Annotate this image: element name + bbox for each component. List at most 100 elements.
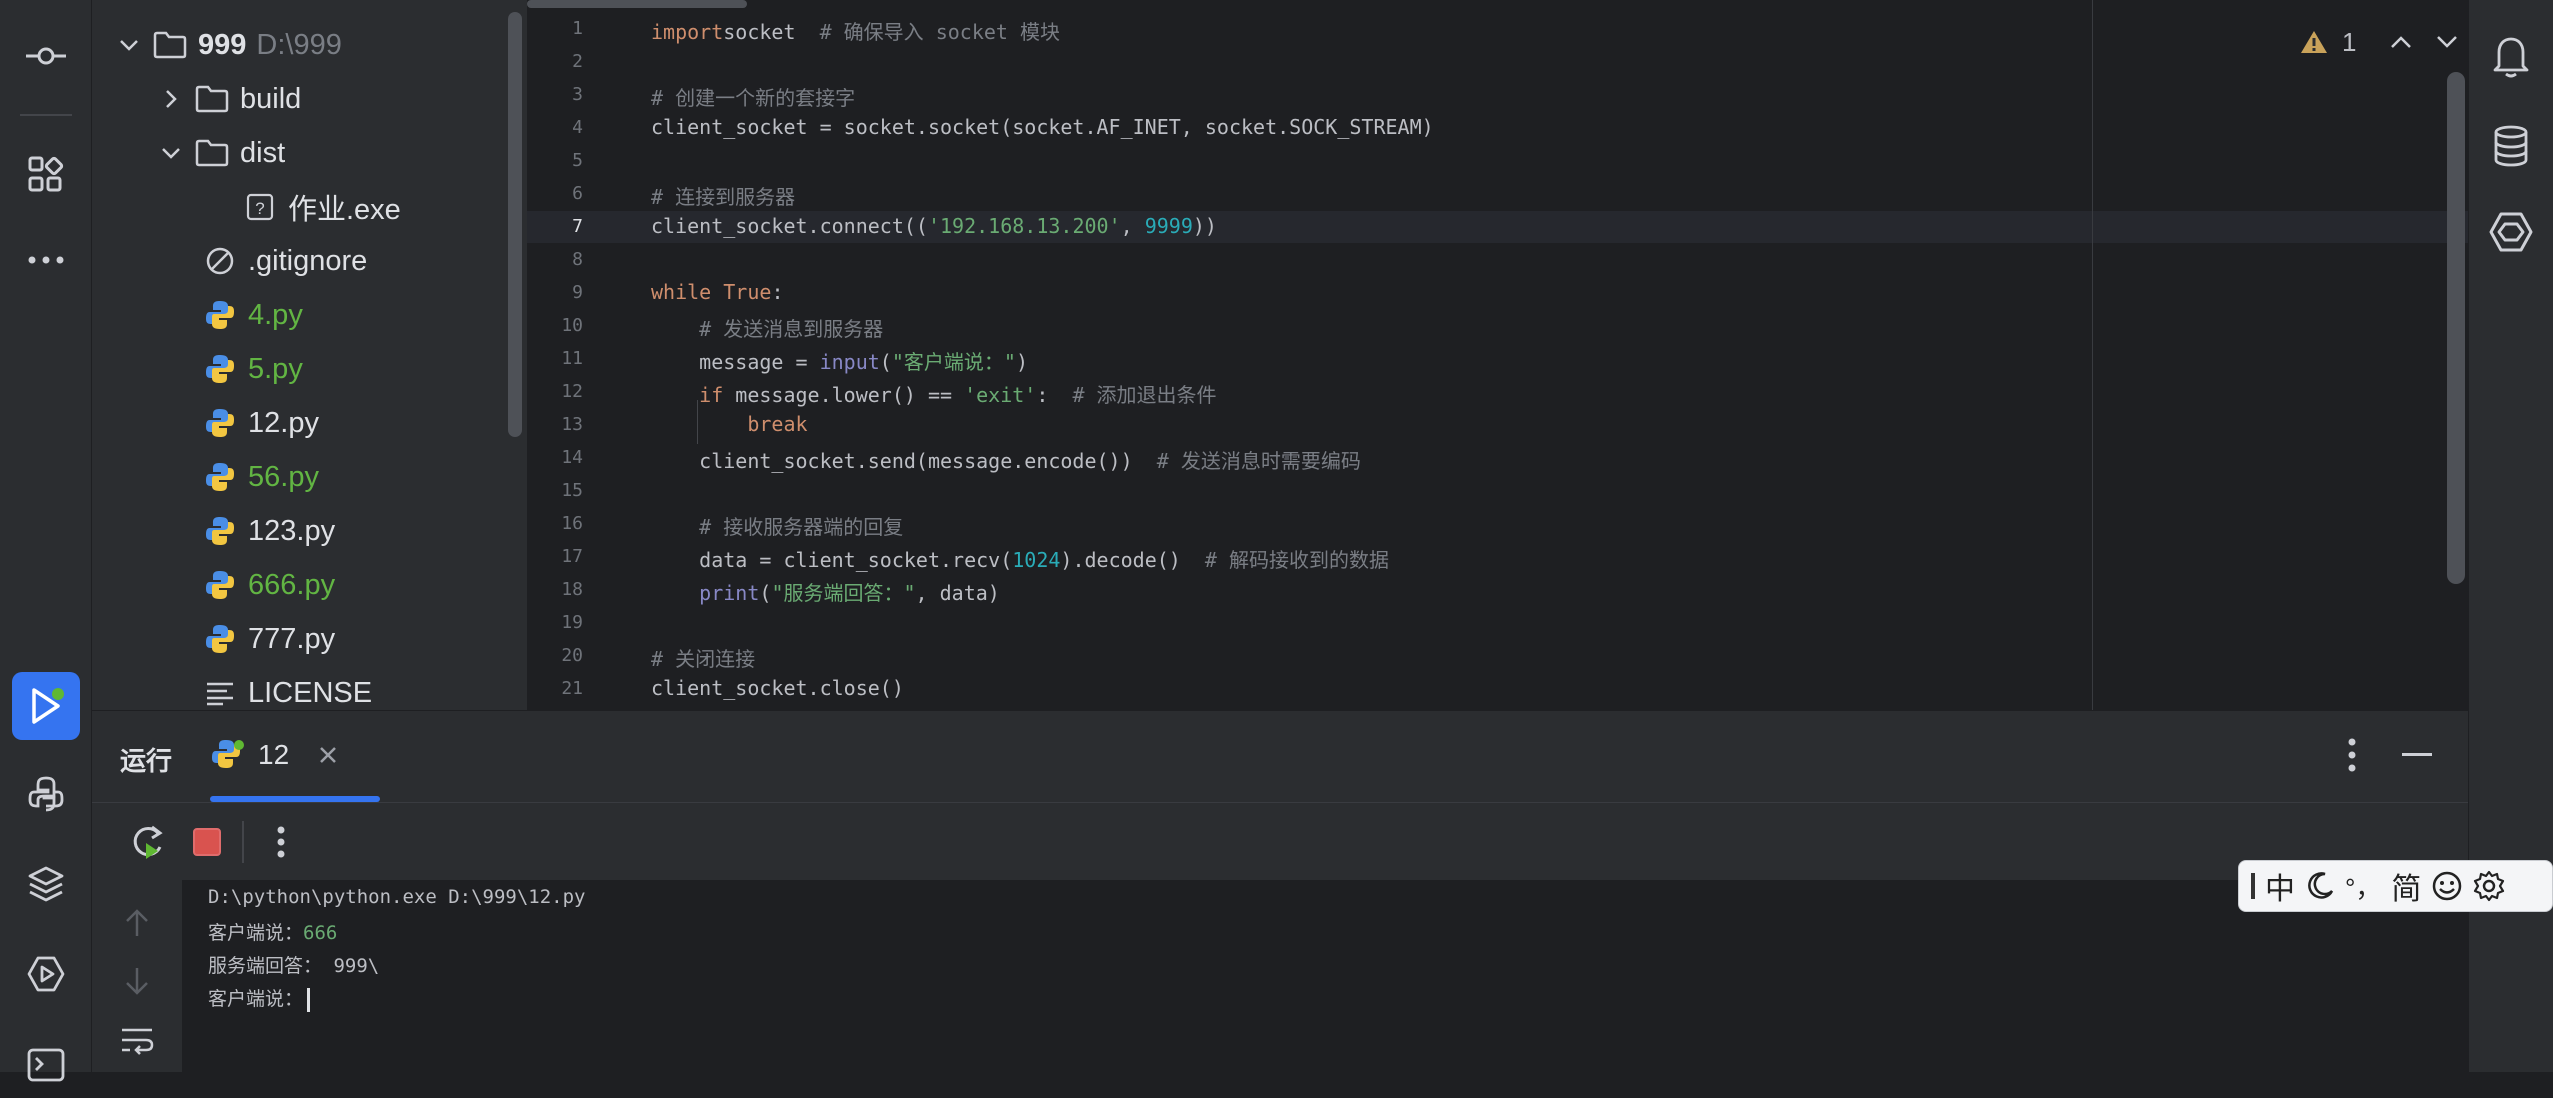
run-window-title: 运行 <box>120 746 173 776</box>
stop-icon[interactable] <box>192 827 222 857</box>
notifications-icon[interactable] <box>2477 22 2545 90</box>
svg-text:?: ? <box>255 199 264 218</box>
rerun-icon[interactable] <box>128 823 166 861</box>
code-line[interactable]: # 创建一个新的套接字 <box>651 82 855 111</box>
database-icon[interactable] <box>2477 112 2545 180</box>
tree-item-folder[interactable]: build <box>154 72 301 126</box>
ime-toolbar[interactable]: 中 °， 简 <box>2238 860 2553 912</box>
code-token: "服务端回答：" <box>771 581 916 605</box>
line-number: 15 <box>561 480 583 501</box>
tree-item-file[interactable]: .gitignore <box>202 234 367 288</box>
warning-count: 1 <box>2342 26 2357 57</box>
code-line[interactable]: # 关闭连接 <box>651 643 755 672</box>
console-prompt: 客户端说： <box>208 988 304 1010</box>
layers-icon[interactable] <box>12 850 80 918</box>
chevron-down-icon[interactable] <box>112 39 146 51</box>
tree-item-file[interactable]: ? 作业.exe <box>242 180 401 234</box>
chevron-down-icon[interactable] <box>154 147 188 159</box>
code-line[interactable]: data = client_socket.recv(1024).decode()… <box>651 544 1389 573</box>
minimize-icon[interactable] <box>2402 753 2432 757</box>
inspection-widget[interactable]: 1 <box>2300 22 2458 62</box>
ime-mode-toggle[interactable]: 中 <box>2265 864 2295 908</box>
code-line[interactable]: # 接收服务器端的回复 <box>651 511 903 540</box>
code-token: # 发送消息时需要编码 <box>1156 449 1361 473</box>
code-line[interactable]: break <box>651 412 807 436</box>
code-line[interactable]: # 发送消息到服务器 <box>651 313 883 342</box>
code-editor[interactable]: 1 2 3 4 5 6 7 8 9 10 11 12 13 14 15 16 17 18 19 20 21 import… <box>527 0 2468 710</box>
python-run-config-icon <box>210 738 246 772</box>
code-line[interactable]: client_socket.close() <box>651 676 904 700</box>
python-file-icon <box>202 351 238 387</box>
code-token: ).decode() <box>1060 548 1205 572</box>
moon-icon[interactable] <box>2305 871 2335 901</box>
tree-item-file[interactable]: 12.py <box>202 396 319 450</box>
close-icon[interactable] <box>319 746 337 764</box>
code-line[interactable]: importsocket # 确保导入 socket 模块 <box>651 16 1060 45</box>
tree-item-file[interactable]: 123.py <box>202 504 335 558</box>
run-tab[interactable]: 12 <box>210 733 337 777</box>
code-line[interactable]: message = input("客户端说：") <box>651 346 1028 375</box>
tree-item-folder[interactable]: dist <box>154 126 285 180</box>
console-user-input: 666 <box>303 922 338 944</box>
ai-assistant-icon[interactable] <box>2477 198 2545 266</box>
more-icon[interactable] <box>12 226 80 294</box>
tree-item-file[interactable]: 5.py <box>202 342 303 396</box>
code-line[interactable]: client_socket.connect(('192.168.13.200',… <box>651 214 1217 238</box>
tree-item-root-folder[interactable]: 999 D:\999 <box>112 18 342 72</box>
left-tool-strip <box>0 0 92 1082</box>
arrow-down-icon[interactable] <box>124 966 150 996</box>
terminal-icon[interactable] <box>12 1030 80 1098</box>
code-line[interactable]: if message.lower() == 'exit': # 添加退出条件 <box>651 379 1217 408</box>
python-console-icon[interactable] <box>12 760 80 828</box>
code-token: input <box>819 350 880 374</box>
line-number: 9 <box>572 282 583 303</box>
code-line[interactable]: while True: <box>651 280 783 304</box>
tree-item-file[interactable]: 777.py <box>202 612 335 666</box>
folder-icon <box>152 27 188 63</box>
arrow-up-icon[interactable] <box>124 908 150 938</box>
project-tree-panel: 999 D:\999 build dist ? 作业.exe .gitignor… <box>92 0 527 710</box>
code-line[interactable]: print("服务端回答：", data) <box>651 577 1000 606</box>
gear-icon[interactable] <box>2473 870 2505 902</box>
soft-wrap-icon[interactable] <box>120 1026 154 1056</box>
code-line[interactable]: client_socket.send(message.encode()) # 发… <box>651 445 1361 474</box>
tree-item-file[interactable]: 666.py <box>202 558 335 612</box>
line-number-gutter: 1 2 3 4 5 6 7 8 9 10 11 12 13 14 15 16 17 18 19 20 21 <box>527 0 637 710</box>
editor-horizontal-scrollbar[interactable] <box>527 0 747 8</box>
run-icon[interactable] <box>12 672 80 740</box>
line-number: 12 <box>561 381 583 402</box>
ime-drag-handle[interactable] <box>2251 873 2255 899</box>
project-scrollbar[interactable] <box>508 12 522 437</box>
code-line[interactable]: client_socket = socket.socket(socket.AF_… <box>651 115 1434 139</box>
line-number: 1 <box>572 18 583 39</box>
ime-punctuation-toggle[interactable]: °， <box>2345 868 2381 905</box>
services-icon[interactable] <box>12 940 80 1008</box>
tree-item-file[interactable]: LICENSE <box>202 666 372 710</box>
editor-vertical-scrollbar[interactable] <box>2447 72 2465 584</box>
console-side-toolbar <box>92 880 182 1072</box>
options-menu-icon[interactable] <box>2347 737 2357 773</box>
tree-item-file[interactable]: 4.py <box>202 288 303 342</box>
python-file-icon <box>202 513 238 549</box>
line-number: 17 <box>561 546 583 567</box>
code-line[interactable]: # 连接到服务器 <box>651 181 795 210</box>
code-token: import <box>651 20 724 44</box>
chevron-right-icon[interactable] <box>154 89 188 109</box>
run-console-output[interactable]: D:\python\python.exe D:\999\12.py 客户端说：6… <box>182 880 2468 1072</box>
commit-icon[interactable] <box>12 22 80 90</box>
tree-item-label: 作业.exe <box>288 194 401 226</box>
emoji-icon[interactable] <box>2431 870 2463 902</box>
chevron-down-icon[interactable] <box>2436 35 2458 49</box>
python-file-icon <box>202 567 238 603</box>
tree-item-label: build <box>240 82 302 115</box>
python-file-icon <box>202 621 238 657</box>
code-token: while <box>651 280 712 304</box>
ime-script-toggle[interactable]: 简 <box>2391 864 2421 908</box>
code-token: # 添加退出条件 <box>1072 383 1217 407</box>
chevron-up-icon[interactable] <box>2390 35 2412 49</box>
tree-item-file[interactable]: 56.py <box>202 450 319 504</box>
structure-icon[interactable] <box>12 140 80 208</box>
more-actions-icon[interactable] <box>276 825 286 859</box>
